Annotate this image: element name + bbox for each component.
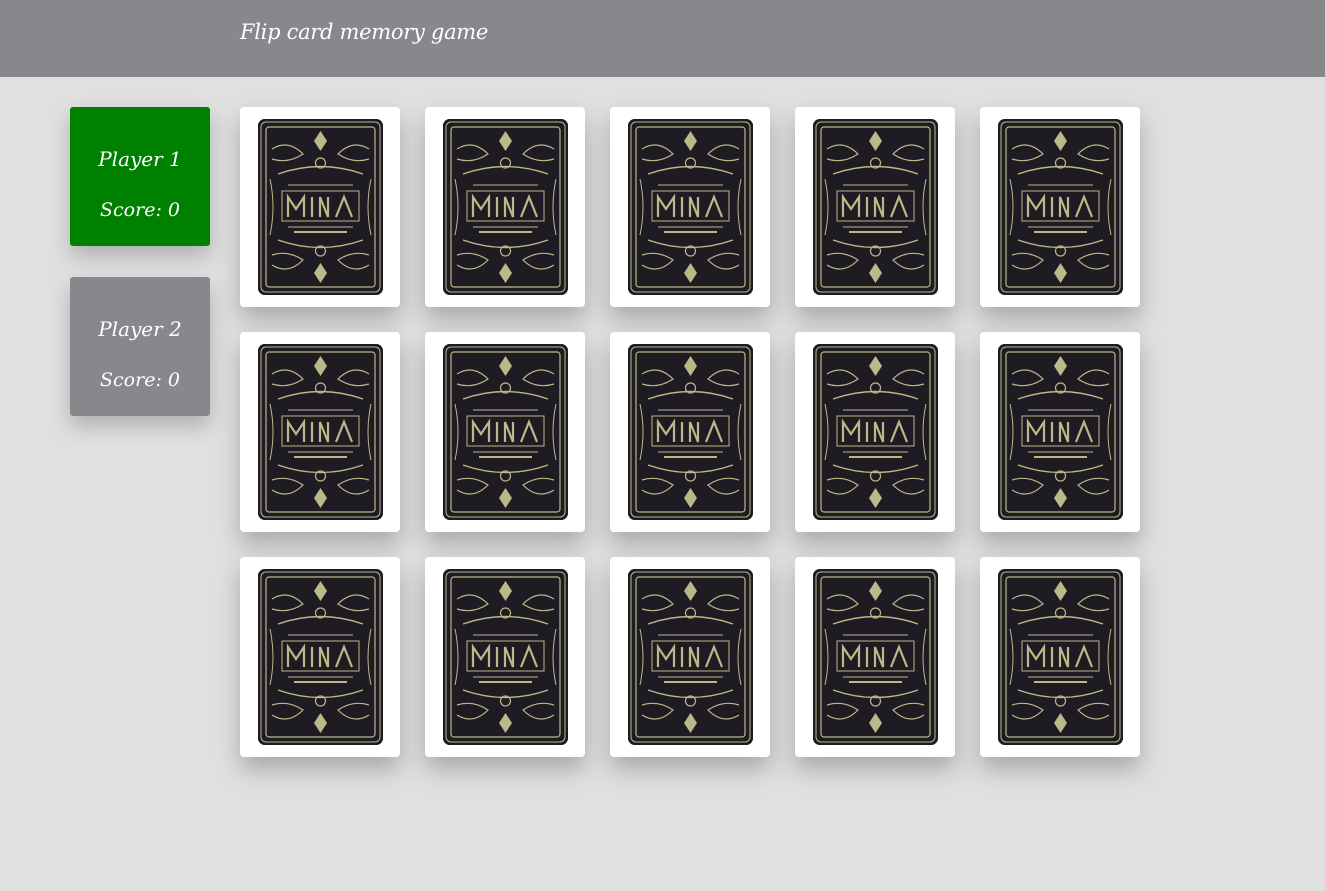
card-back-image <box>813 569 938 745</box>
player-1-score-value: 0 <box>167 199 180 221</box>
card-back-image <box>443 119 568 295</box>
player-1-score: Score: 0 <box>70 199 210 221</box>
card-back-image <box>813 344 938 520</box>
card-back-image <box>998 569 1123 745</box>
card-back-image <box>628 569 753 745</box>
card-back-image <box>813 119 938 295</box>
memory-card[interactable] <box>610 332 770 532</box>
memory-card[interactable] <box>795 557 955 757</box>
card-back-image <box>998 119 1123 295</box>
memory-card[interactable] <box>425 557 585 757</box>
player-1-panel: Player 1 Score: 0 <box>70 107 210 246</box>
memory-card[interactable] <box>610 557 770 757</box>
player-1-score-label: Score: <box>100 199 168 221</box>
memory-card[interactable] <box>240 107 400 307</box>
memory-card[interactable] <box>980 107 1140 307</box>
player-2-panel: Player 2 Score: 0 <box>70 277 210 416</box>
memory-card[interactable] <box>980 557 1140 757</box>
card-back-image <box>628 344 753 520</box>
card-back-image <box>258 569 383 745</box>
player-2-name: Player 2 <box>98 317 182 341</box>
card-back-image <box>628 119 753 295</box>
player-2-score-label: Score: <box>100 369 168 391</box>
card-back-image <box>443 344 568 520</box>
player-2-score: Score: 0 <box>70 369 210 391</box>
player-1-name: Player 1 <box>98 147 182 171</box>
memory-card[interactable] <box>980 332 1140 532</box>
memory-card[interactable] <box>795 107 955 307</box>
memory-card[interactable] <box>240 557 400 757</box>
memory-card[interactable] <box>795 332 955 532</box>
memory-card[interactable] <box>610 107 770 307</box>
card-back-image <box>258 344 383 520</box>
memory-card[interactable] <box>425 332 585 532</box>
player-2-score-value: 0 <box>167 369 180 391</box>
card-back-image <box>443 569 568 745</box>
card-back-image <box>258 119 383 295</box>
app-header: Flip card memory game <box>0 0 1325 77</box>
memory-card[interactable] <box>240 332 400 532</box>
card-back-image <box>998 344 1123 520</box>
memory-card[interactable] <box>425 107 585 307</box>
page-title: Flip card memory game <box>240 20 489 44</box>
